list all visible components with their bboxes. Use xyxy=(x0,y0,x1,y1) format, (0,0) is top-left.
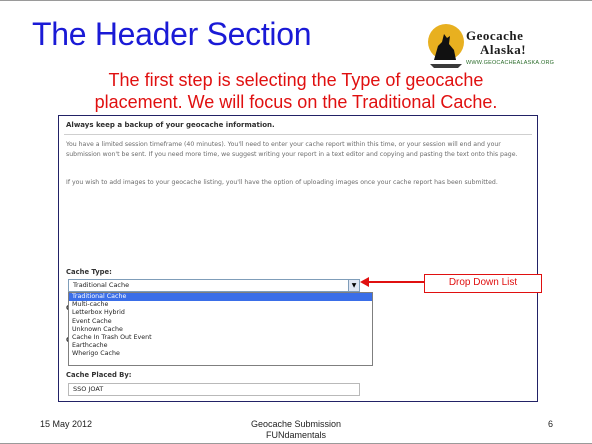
option-event-cache[interactable]: Event Cache xyxy=(69,318,372,326)
arrow-left-icon xyxy=(360,277,424,287)
cache-type-select[interactable]: Traditional Cache ▼ xyxy=(68,279,360,292)
form-screenshot: Always keep a backup of your geocache in… xyxy=(58,115,538,402)
page-number: 6 xyxy=(548,419,554,429)
cache-type-value: Traditional Cache xyxy=(73,281,130,289)
footer-title-line-1: Geocache Submission xyxy=(250,419,342,429)
geocache-alaska-logo: Geocache Alaska! WWW.GEOCACHEALASKA.ORG xyxy=(426,20,564,76)
footer-title-line-2: FUNdamentals xyxy=(265,430,327,440)
session-notice: You have a limited session timeframe (40… xyxy=(66,141,518,158)
footer-date: 15 May 2012 xyxy=(40,419,93,429)
chevron-down-icon[interactable]: ▼ xyxy=(348,280,359,291)
slide-title: The Header Section xyxy=(32,16,312,52)
drop-down-list-callout: Drop Down List xyxy=(424,274,542,293)
option-earthcache[interactable]: Earthcache xyxy=(69,342,372,350)
logo-text-alaska: Alaska! xyxy=(480,42,527,57)
form-heading: Always keep a backup of your geocache in… xyxy=(66,121,275,129)
option-multi-cache[interactable]: Multi-cache xyxy=(69,301,372,309)
top-border xyxy=(0,0,592,1)
logo-url: WWW.GEOCACHEALASKA.ORG xyxy=(466,60,555,66)
placed-by-label: Cache Placed By: xyxy=(66,371,132,379)
images-notice: If you wish to add images to your geocac… xyxy=(66,179,498,186)
option-traditional-cache[interactable]: Traditional Cache xyxy=(69,293,372,302)
subtitle-line-2: placement. We will focus on the Traditio… xyxy=(94,92,498,112)
option-unknown-cache[interactable]: Unknown Cache xyxy=(69,326,372,334)
slide-subtitle: The first step is selecting the Type of … xyxy=(0,69,592,113)
option-wherigo-cache[interactable]: Wherigo Cache xyxy=(69,350,372,358)
cache-type-dropdown-list[interactable]: Traditional Cache Multi-cache Letterbox … xyxy=(68,292,373,366)
option-letterbox-hybrid[interactable]: Letterbox Hybrid xyxy=(69,309,372,317)
howling-wolf-icon xyxy=(428,24,464,68)
footer-title: Geocache Submission FUNdamentals xyxy=(200,419,392,441)
divider xyxy=(64,134,532,135)
option-cito-event[interactable]: Cache In Trash Out Event xyxy=(69,334,372,342)
cache-type-label: Cache Type: xyxy=(66,268,112,276)
placed-by-input[interactable]: SSO JOAT xyxy=(68,383,360,396)
subtitle-line-1: The first step is selecting the Type of … xyxy=(108,70,484,90)
